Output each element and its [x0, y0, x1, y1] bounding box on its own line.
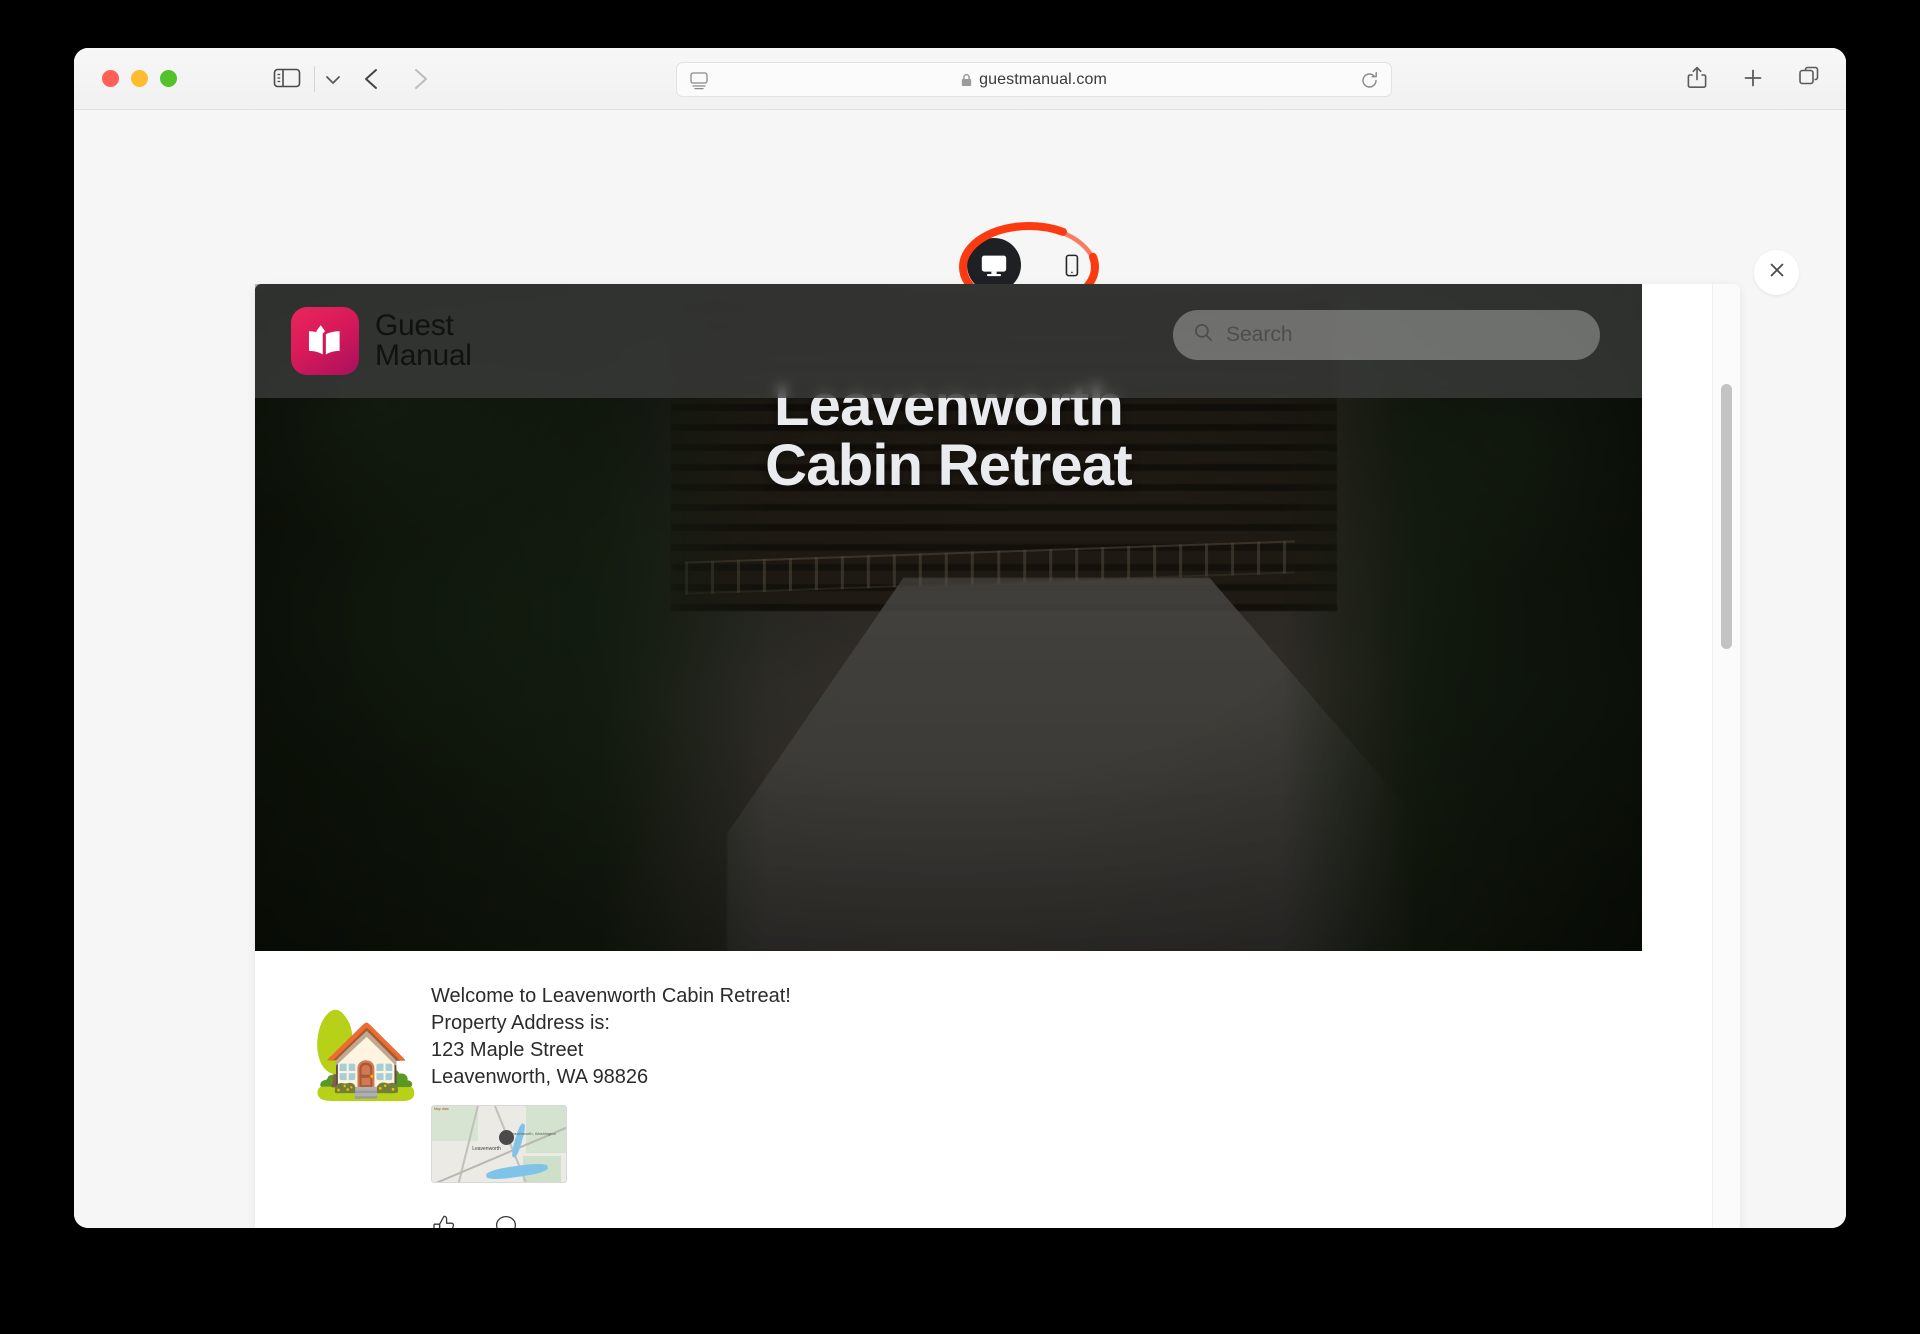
- close-x-icon: [1767, 260, 1787, 285]
- minimize-window-button[interactable]: [131, 70, 148, 87]
- site-header: Guest Manual Search: [255, 284, 1642, 398]
- share-icon[interactable]: [1684, 64, 1710, 92]
- back-button[interactable]: [359, 65, 385, 93]
- reload-icon[interactable]: [1360, 71, 1379, 90]
- preview-scrollbar-thumb[interactable]: [1721, 384, 1732, 649]
- post-body: Welcome to Leavenworth Cabin Retreat! Pr…: [431, 981, 791, 1228]
- open-book-icon: [291, 307, 359, 375]
- site-preview-viewport: Leavenworth Cabin Retreat Guest Manual S…: [255, 284, 1740, 1228]
- search-icon: [1193, 322, 1214, 348]
- avatar: 🏡: [311, 1003, 421, 1102]
- brand-line2: Manual: [375, 339, 472, 372]
- hero-banner: Leavenworth Cabin Retreat Guest Manual S…: [255, 284, 1642, 951]
- speech-bubble-icon[interactable]: [493, 1213, 519, 1228]
- brand-logo-link[interactable]: Guest Manual: [291, 307, 472, 375]
- post-line-1: Property Address is:: [431, 1012, 610, 1034]
- post-line-3: Leavenworth, WA 98826: [431, 1066, 649, 1088]
- brand-name: Guest Manual: [375, 311, 472, 371]
- close-window-button[interactable]: [102, 70, 119, 87]
- address-bar[interactable]: guestmanual.com: [676, 62, 1392, 97]
- toolbar-divider: [314, 66, 315, 92]
- search-input[interactable]: Search: [1173, 310, 1600, 360]
- preview-scrollbar[interactable]: [1712, 284, 1740, 1228]
- chevron-down-icon[interactable]: [320, 68, 346, 90]
- address-bar-content: guestmanual.com: [677, 71, 1391, 89]
- close-responsive-mode-button[interactable]: [1754, 250, 1799, 295]
- plus-icon[interactable]: [1740, 64, 1766, 92]
- post-section: 🏡 Welcome to Leavenworth Cabin Retreat! …: [255, 951, 1642, 1228]
- post-item: 🏡 Welcome to Leavenworth Cabin Retreat! …: [255, 981, 1642, 1228]
- toolbar-right-actions: [1684, 64, 1822, 92]
- hero-title-line2: Cabin Retreat: [765, 433, 1132, 499]
- lock-icon: [961, 73, 972, 87]
- sidebar-icon[interactable]: [272, 66, 302, 90]
- zoom-window-button[interactable]: [160, 70, 177, 87]
- map-city-label: Leavenworth: [472, 1145, 501, 1152]
- browser-window: guestmanual.com Leavenworth Cabin Retrea…: [74, 48, 1846, 1228]
- thumbs-up-icon[interactable]: [431, 1213, 457, 1228]
- brand-line1: Guest: [375, 309, 454, 342]
- map-thumbnail[interactable]: Leavenworth Leavenworth, Washington Map …: [431, 1105, 567, 1183]
- browser-toolbar: guestmanual.com: [74, 48, 1846, 110]
- url-text: guestmanual.com: [979, 70, 1107, 88]
- map-attribution: Map data: [434, 1107, 449, 1111]
- tab-overview-icon[interactable]: [1796, 64, 1822, 92]
- post-line-2: 123 Maple Street: [431, 1039, 584, 1061]
- reader-view-icon[interactable]: [689, 71, 709, 90]
- post-line-0: Welcome to Leavenworth Cabin Retreat!: [431, 985, 791, 1007]
- window-controls: [102, 70, 177, 87]
- mobile-phone-icon[interactable]: [1047, 241, 1095, 289]
- search-placeholder: Search: [1226, 323, 1293, 346]
- post-actions: [431, 1213, 791, 1228]
- responsive-design-mode: Leavenworth Cabin Retreat Guest Manual S…: [74, 110, 1846, 1228]
- map-state-label: Leavenworth, Washington: [509, 1131, 556, 1137]
- forward-button[interactable]: [407, 65, 433, 93]
